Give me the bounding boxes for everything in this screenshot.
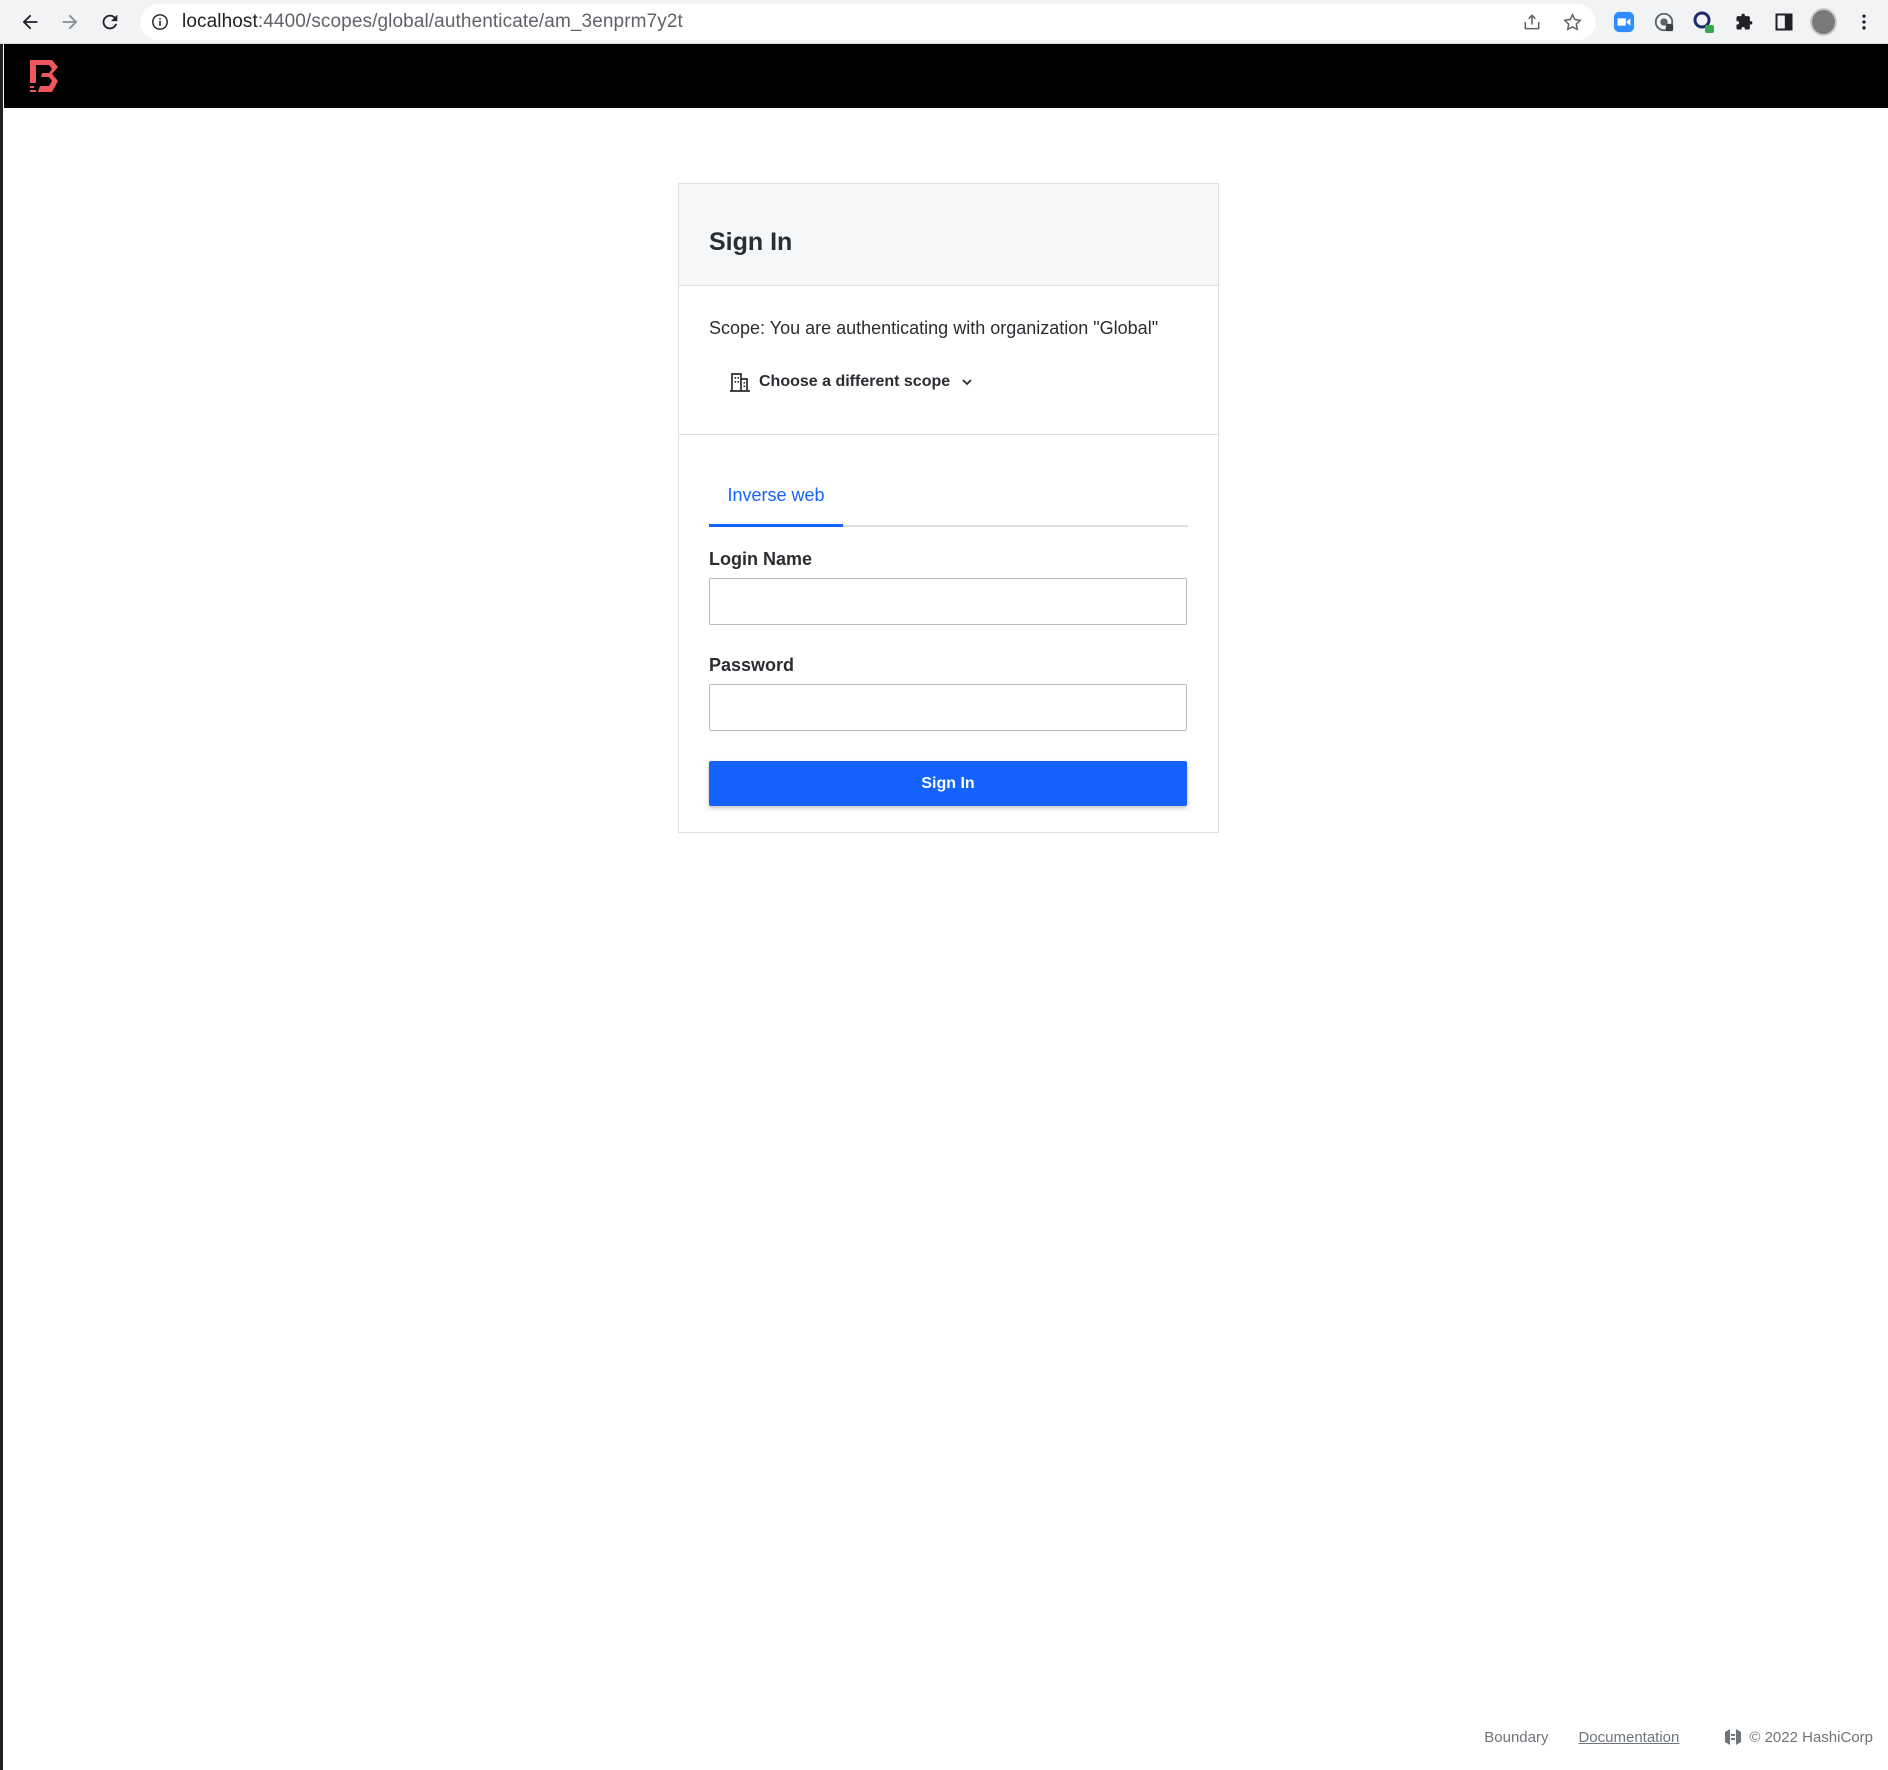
building-icon (729, 371, 751, 393)
copyright-text: © 2022 HashiCorp (1749, 1728, 1873, 1746)
scope-section: Scope: You are authenticating with organ… (679, 286, 1218, 435)
app-header (4, 44, 1888, 108)
address-bar[interactable]: localhost:4400/scopes/global/authenticat… (140, 4, 1596, 40)
sign-in-button[interactable]: Sign In (709, 761, 1187, 806)
page-title: Sign In (709, 228, 793, 256)
profile-avatar[interactable] (1810, 7, 1837, 36)
url-host: localhost (182, 11, 258, 32)
site-info-icon[interactable] (150, 12, 170, 32)
avatar-image (1810, 7, 1837, 36)
browser-menu-icon[interactable] (1850, 8, 1877, 35)
login-name-label: Login Name (709, 549, 813, 569)
chevron-down-icon (960, 375, 974, 389)
window-edge (0, 0, 3, 1770)
tab-inverse-web[interactable]: Inverse web (709, 475, 843, 527)
page-footer: Boundary Documentation © 2022 HashiCorp (1484, 1727, 1873, 1747)
choose-scope-label: Choose a different scope (759, 373, 951, 390)
search-extension-icon[interactable] (1690, 8, 1717, 35)
auth-method-section: Inverse web Login Name Password Sign In (679, 435, 1218, 806)
scope-description: Scope: You are authenticating with organ… (709, 318, 1159, 338)
choose-scope-dropdown[interactable]: Choose a different scope (729, 371, 974, 393)
auth-method-tabs: Inverse web (709, 475, 1188, 527)
bookmark-star-icon[interactable] (1560, 10, 1584, 34)
url-text: localhost:4400/scopes/global/authenticat… (182, 11, 683, 33)
forward-icon[interactable] (56, 8, 84, 36)
password-input[interactable] (709, 684, 1187, 731)
hashicorp-logo-icon (1723, 1727, 1743, 1747)
url-path: :4400/scopes/global/authenticate/am_3enp… (257, 11, 683, 32)
extensions-puzzle-icon[interactable] (1730, 8, 1757, 35)
privacy-extension-icon[interactable] (1650, 8, 1677, 35)
password-label: Password (709, 655, 795, 675)
card-header: Sign In (679, 184, 1218, 286)
share-icon[interactable] (1520, 10, 1544, 34)
side-panel-icon[interactable] (1770, 8, 1797, 35)
boundary-logo-icon[interactable] (28, 58, 60, 94)
documentation-link[interactable]: Documentation (1578, 1729, 1679, 1746)
sign-in-card: Sign In Scope: You are authenticating wi… (678, 183, 1219, 833)
reload-icon[interactable] (96, 8, 124, 36)
footer-product-name: Boundary (1484, 1728, 1549, 1746)
back-icon[interactable] (16, 8, 44, 36)
login-name-input[interactable] (709, 578, 1187, 625)
browser-toolbar: localhost:4400/scopes/global/authenticat… (0, 0, 1888, 44)
zoom-extension-icon[interactable] (1610, 8, 1637, 35)
